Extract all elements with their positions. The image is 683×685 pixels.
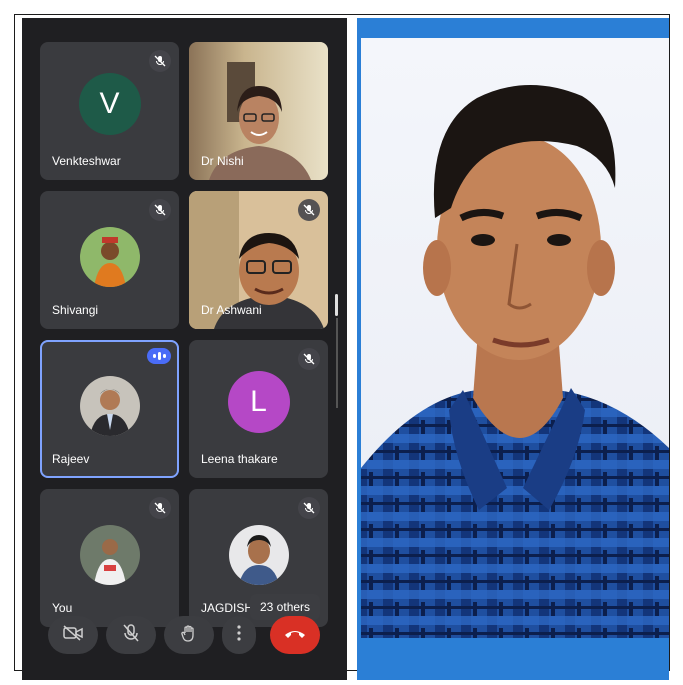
participant-tile-venkteshwar[interactable]: V Venkteshwar: [40, 42, 179, 180]
participant-tile-shivangi[interactable]: Shivangi: [40, 191, 179, 329]
mic-off-icon: [149, 50, 171, 72]
meet-window: V Venkteshwar Dr Nishi Shivangi Dr Ashwa…: [22, 18, 347, 680]
participant-name: Rajeev: [52, 452, 90, 466]
participant-tile-you[interactable]: You: [40, 489, 179, 627]
participant-name: Dr Nishi: [201, 154, 244, 168]
raise-hand-icon: [180, 624, 198, 647]
avatar: [79, 227, 140, 288]
participant-name: Leena thakare: [201, 452, 278, 466]
mic-off-icon: [123, 623, 139, 647]
participant-name: Dr Ashwani: [201, 303, 262, 317]
mic-toggle-button[interactable]: [106, 616, 156, 654]
more-options-button[interactable]: [222, 616, 256, 654]
participant-name: Shivangi: [52, 303, 99, 317]
participant-tile-dr-nishi[interactable]: Dr Nishi: [189, 42, 328, 180]
scrollbar-track[interactable]: [336, 318, 338, 408]
avatar-initial: L: [250, 385, 267, 419]
avatar: L: [227, 371, 290, 434]
speaking-indicator-icon: [147, 348, 171, 364]
avatar-initial: V: [99, 87, 120, 121]
participant-tile-leena-thakare[interactable]: L Leena thakare: [189, 340, 328, 478]
participant-name: Venkteshwar: [52, 154, 121, 168]
mic-off-icon: [149, 497, 171, 519]
mic-off-icon: [298, 199, 320, 221]
camera-off-icon: [63, 624, 83, 646]
participant-tile-dr-ashwani[interactable]: Dr Ashwani: [189, 191, 328, 329]
end-call-icon: [284, 626, 306, 644]
avatar: [79, 376, 140, 437]
participant-name: JAGDISH: [201, 601, 254, 615]
avatar: V: [78, 73, 141, 136]
raise-hand-button[interactable]: [164, 616, 214, 654]
avatar: [79, 525, 140, 586]
avatar: [228, 525, 289, 586]
participant-tile-rajeev[interactable]: Rajeev: [40, 340, 179, 478]
scrollbar-thumb[interactable]: [335, 294, 338, 316]
mic-off-icon: [149, 199, 171, 221]
participant-name: You: [52, 601, 73, 615]
mic-off-icon: [298, 497, 320, 519]
mic-off-icon: [298, 348, 320, 370]
portrait-photo: [357, 18, 669, 680]
end-call-button[interactable]: [270, 616, 320, 654]
camera-toggle-button[interactable]: [48, 616, 98, 654]
more-options-icon: [237, 624, 241, 646]
